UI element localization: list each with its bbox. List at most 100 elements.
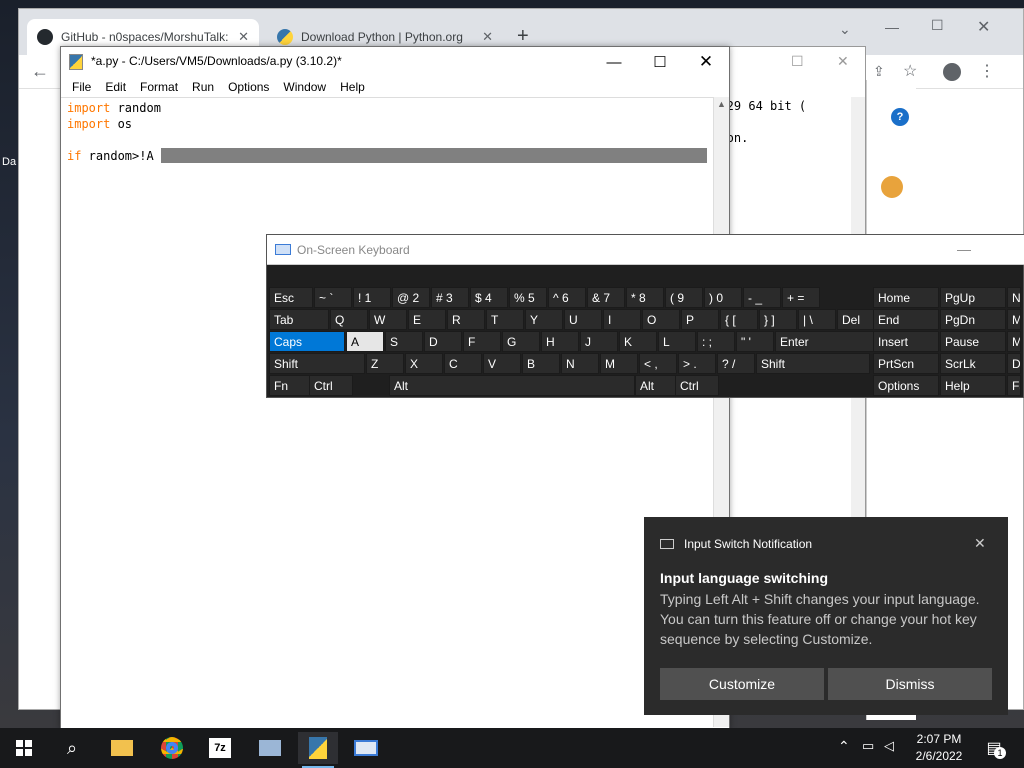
osk-key[interactable]: C <box>444 353 482 374</box>
7zip-icon[interactable]: 7z <box>200 732 240 764</box>
osk-key[interactable]: # 3 <box>431 287 469 308</box>
osk-taskbar-icon[interactable] <box>346 732 386 764</box>
osk-key[interactable]: W <box>369 309 407 330</box>
osk-key[interactable]: Ctrl <box>309 375 353 396</box>
minimize-icon[interactable]: — <box>957 241 971 257</box>
code-editor[interactable]: import random import os if random>!A <box>61 97 713 727</box>
network-icon[interactable]: ▭ <box>862 738 874 754</box>
scroll-up-icon[interactable]: ▲ <box>717 99 726 109</box>
osk-key[interactable]: Fn <box>269 375 313 396</box>
help-icon[interactable]: ? <box>891 108 909 126</box>
minimize-icon[interactable]: — <box>885 19 899 35</box>
menu-options[interactable]: Options <box>221 77 276 97</box>
minimize-icon[interactable]: — <box>591 47 637 77</box>
osk-nav-key[interactable]: Home <box>873 287 939 308</box>
close-icon[interactable]: ✕ <box>974 535 986 552</box>
chevron-down-icon[interactable]: ⌄ <box>839 21 851 38</box>
osk-nav-key[interactable]: Help <box>940 375 1006 396</box>
close-icon[interactable]: ✕ <box>837 53 849 70</box>
chevron-up-icon[interactable]: ⌃ <box>838 738 850 755</box>
profile-avatar[interactable] <box>943 63 961 81</box>
osk-key[interactable]: } ] <box>759 309 797 330</box>
osk-nav-key[interactable]: M <box>1007 309 1021 330</box>
osk-nav-key[interactable]: PrtScn <box>873 353 939 374</box>
osk-key[interactable]: H <box>541 331 579 352</box>
osk-key[interactable]: B <box>522 353 560 374</box>
osk-key[interactable]: G <box>502 331 540 352</box>
osk-key[interactable]: Shift <box>269 353 365 374</box>
monitor-icon[interactable] <box>250 732 290 764</box>
osk-nav-key[interactable]: End <box>873 309 939 330</box>
close-tab-icon[interactable]: ✕ <box>238 29 249 45</box>
osk-key[interactable]: U <box>564 309 602 330</box>
desktop-icon-label[interactable]: Da <box>2 156 16 168</box>
menu-help[interactable]: Help <box>333 77 372 97</box>
osk-key[interactable]: Enter <box>775 331 881 352</box>
osk-key[interactable]: Tab <box>269 309 329 330</box>
shell-icon[interactable] <box>881 176 903 198</box>
volume-muted-icon[interactable]: ◁ <box>884 738 894 754</box>
new-tab-button[interactable]: + <box>517 25 529 48</box>
osk-key[interactable]: Shift <box>756 353 870 374</box>
osk-key[interactable]: ) 0 <box>704 287 742 308</box>
osk-key[interactable]: | \ <box>798 309 836 330</box>
osk-key[interactable]: { [ <box>720 309 758 330</box>
menu-format[interactable]: Format <box>133 77 185 97</box>
osk-key[interactable]: P <box>681 309 719 330</box>
osk-nav-key[interactable]: D <box>1007 353 1021 374</box>
menu-edit[interactable]: Edit <box>98 77 133 97</box>
menu-run[interactable]: Run <box>185 77 221 97</box>
osk-nav-key[interactable]: Insert <box>873 331 939 352</box>
osk-key[interactable]: Caps <box>269 331 345 352</box>
osk-key[interactable]: ~ ` <box>314 287 352 308</box>
osk-key[interactable]: N <box>561 353 599 374</box>
osk-key[interactable]: A <box>346 331 384 352</box>
osk-key[interactable]: I <box>603 309 641 330</box>
share-icon[interactable]: ⇪ <box>873 63 885 80</box>
dismiss-button[interactable]: Dismiss <box>828 668 992 700</box>
file-explorer-icon[interactable] <box>102 732 142 764</box>
star-icon[interactable]: ☆ <box>903 61 917 81</box>
menu-window[interactable]: Window <box>276 77 333 97</box>
osk-key[interactable]: R <box>447 309 485 330</box>
osk-key[interactable]: X <box>405 353 443 374</box>
osk-key[interactable]: " ' <box>736 331 774 352</box>
back-arrow-icon[interactable]: ← <box>31 61 49 82</box>
osk-nav-key[interactable]: PgUp <box>940 287 1006 308</box>
osk-nav-key[interactable]: Pause <box>940 331 1006 352</box>
osk-key[interactable]: ! 1 <box>353 287 391 308</box>
osk-key[interactable]: Alt <box>635 375 679 396</box>
menu-dots-icon[interactable]: ⋮ <box>979 61 995 81</box>
osk-key[interactable]: O <box>642 309 680 330</box>
osk-key[interactable]: ^ 6 <box>548 287 586 308</box>
osk-key[interactable]: + = <box>782 287 820 308</box>
close-tab-icon[interactable]: ✕ <box>482 29 493 45</box>
osk-key[interactable]: @ 2 <box>392 287 430 308</box>
action-center-icon[interactable]: ▤ 1 <box>980 734 1008 762</box>
osk-key[interactable]: V <box>483 353 521 374</box>
osk-key[interactable]: T <box>486 309 524 330</box>
osk-key[interactable]: D <box>424 331 462 352</box>
windows-start-icon[interactable] <box>4 732 44 764</box>
osk-nav-key[interactable]: Fa <box>1007 375 1021 396</box>
osk-key[interactable]: Y <box>525 309 563 330</box>
osk-key[interactable]: Esc <box>269 287 313 308</box>
osk-nav-key[interactable]: PgDn <box>940 309 1006 330</box>
osk-key[interactable]: Alt <box>389 375 635 396</box>
osk-key[interactable]: ( 9 <box>665 287 703 308</box>
osk-key[interactable]: $ 4 <box>470 287 508 308</box>
osk-key[interactable]: K <box>619 331 657 352</box>
osk-nav-key[interactable]: ScrLk <box>940 353 1006 374</box>
osk-nav-key[interactable]: Options <box>873 375 939 396</box>
osk-key[interactable]: S <box>385 331 423 352</box>
osk-key[interactable]: E <box>408 309 446 330</box>
osk-key[interactable]: % 5 <box>509 287 547 308</box>
maximize-icon[interactable]: ☐ <box>791 53 804 70</box>
chrome-icon[interactable] <box>152 732 192 764</box>
search-icon[interactable]: ⌕ <box>52 732 92 764</box>
osk-key[interactable]: J <box>580 331 618 352</box>
osk-key[interactable]: Q <box>330 309 368 330</box>
osk-key[interactable]: > . <box>678 353 716 374</box>
osk-nav-key[interactable]: N <box>1007 287 1021 308</box>
idle-editor-taskbar-icon[interactable] <box>298 732 338 768</box>
